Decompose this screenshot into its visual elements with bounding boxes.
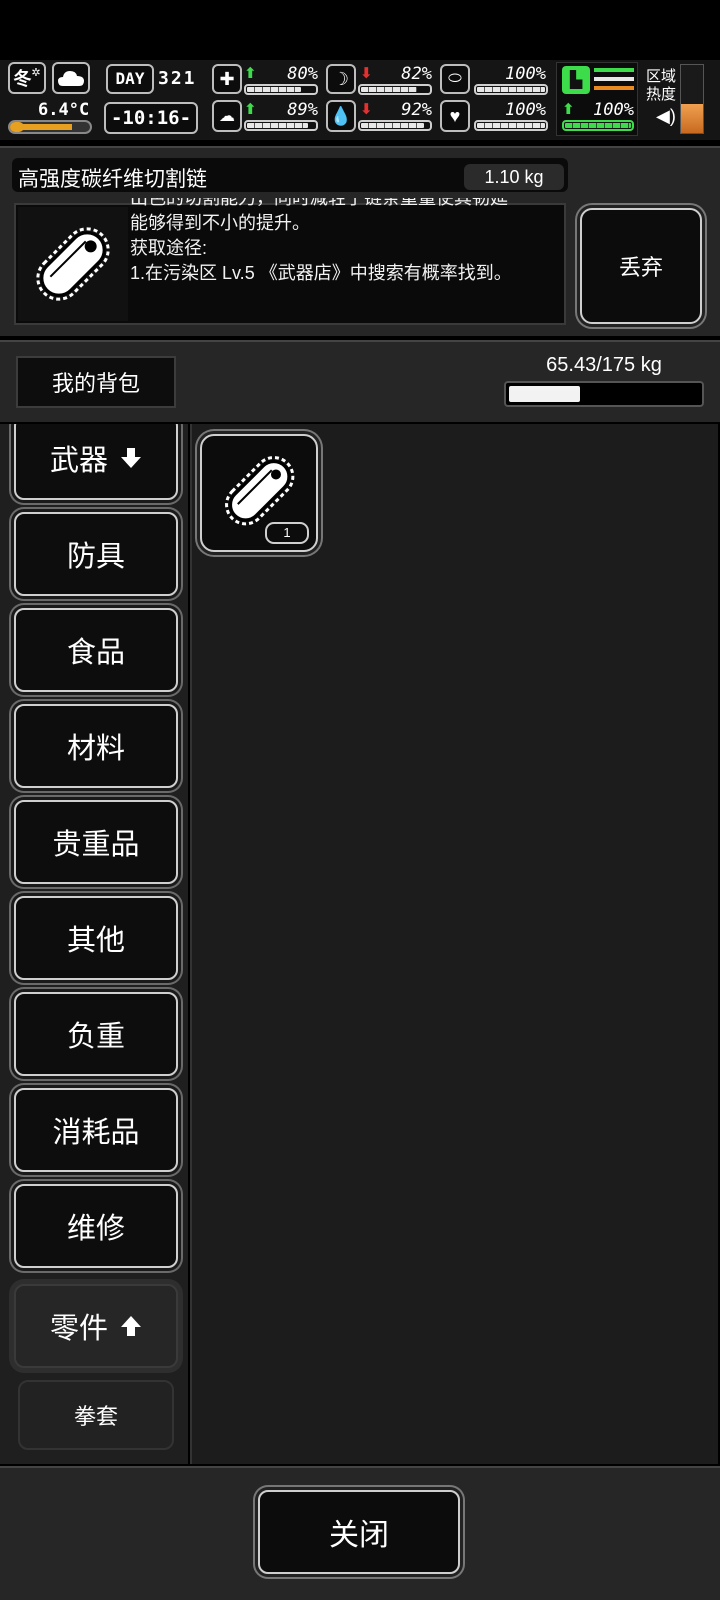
item-preview	[18, 207, 128, 321]
water-drop-icon: 💧	[326, 100, 356, 132]
pill-icon: ⬭	[440, 64, 470, 94]
category-food[interactable]: 食品	[14, 608, 178, 692]
boot-icon: ▙	[562, 66, 590, 94]
category-knuckles[interactable]: 拳套	[18, 1380, 174, 1450]
backpack-weight-bar	[504, 381, 704, 407]
description-line: 能够得到不小的提升。	[130, 213, 310, 233]
day-number: 321	[158, 68, 197, 89]
brain-bar	[244, 120, 318, 131]
health-value: 80%	[287, 64, 318, 84]
water-value: 92%	[401, 100, 432, 120]
pill-bar	[474, 84, 548, 95]
medkit-icon: ✚	[212, 64, 242, 94]
backpack-weight-text: 65.43/175 kg	[546, 354, 662, 376]
heart-icon: ♥	[440, 100, 470, 132]
item-count-badge: 1	[265, 522, 309, 544]
category-repair[interactable]: 维修	[14, 1184, 178, 1268]
description-line: 获取途径:	[130, 238, 208, 258]
water-bar	[358, 120, 432, 131]
stamina-value: 100%	[593, 100, 634, 120]
chainsaw-chain-icon	[36, 227, 110, 301]
thermometer-bar	[8, 120, 92, 134]
season-label: 冬	[13, 69, 32, 90]
backpack-weight-fill	[509, 386, 581, 402]
category-sidebar[interactable]: 武器 防具 食品 材料 贵重品 其他 负重 消耗品 维修 零件 拳套	[0, 424, 188, 1464]
description-line: 1.在污染区 Lv.5 《武器店》中搜索有概率找到。	[130, 263, 512, 283]
description-line: 出色的切割能力，同时减轻了链条重量使其韧延	[130, 198, 508, 208]
heart-bar	[474, 120, 548, 131]
category-armor[interactable]: 防具	[14, 512, 178, 596]
brain-value: 89%	[287, 100, 318, 120]
brain-icon: ☁	[212, 100, 242, 132]
category-parts[interactable]: 零件	[14, 1284, 178, 1368]
category-other[interactable]: 其他	[14, 896, 178, 980]
item-name: 高强度碳纤维切割链	[18, 168, 207, 191]
discard-button[interactable]: 丢弃	[580, 208, 702, 324]
arrow-up-icon	[121, 1316, 141, 1336]
health-bar	[244, 84, 318, 95]
pill-value: 100%	[505, 64, 546, 84]
temperature-readout: 6.4°C	[38, 100, 90, 120]
category-consumables[interactable]: 消耗品	[14, 1088, 178, 1172]
heart-value: 100%	[505, 100, 546, 120]
zone-heat-label: 区域 热度	[646, 68, 677, 103]
weather-badge	[52, 62, 90, 94]
category-carry[interactable]: 负重	[14, 992, 178, 1076]
day-badge: DAY	[106, 64, 154, 94]
inventory-slot[interactable]: 1	[200, 434, 318, 552]
speaker-icon[interactable]: ◀)	[656, 106, 676, 127]
cloud-icon	[58, 71, 84, 86]
inventory-grid	[190, 424, 718, 1464]
stomach-value: 82%	[401, 64, 432, 84]
backpack-title: 我的背包	[16, 356, 176, 408]
close-button[interactable]: 关闭	[258, 1490, 460, 1574]
stamina-bar	[562, 120, 634, 131]
season-badge: 冬 ✲	[8, 62, 46, 94]
item-description: 出色的切割能力，同时减轻了链条重量使其韧延 能够得到不小的提升。 获取途径: 1…	[130, 198, 560, 322]
category-valuables[interactable]: 贵重品	[14, 800, 178, 884]
category-weapons[interactable]: 武器	[14, 424, 178, 500]
stomach-icon: ☽	[326, 64, 356, 94]
item-weight: 1.10 kg	[464, 164, 564, 190]
stamina-lines	[594, 68, 634, 94]
arrow-down-icon	[121, 448, 141, 468]
snowflake-icon: ✲	[31, 66, 41, 79]
category-materials[interactable]: 材料	[14, 704, 178, 788]
clock-display: -10:16-	[104, 102, 198, 134]
zone-heat-meter	[680, 64, 704, 134]
stomach-bar	[358, 84, 432, 95]
